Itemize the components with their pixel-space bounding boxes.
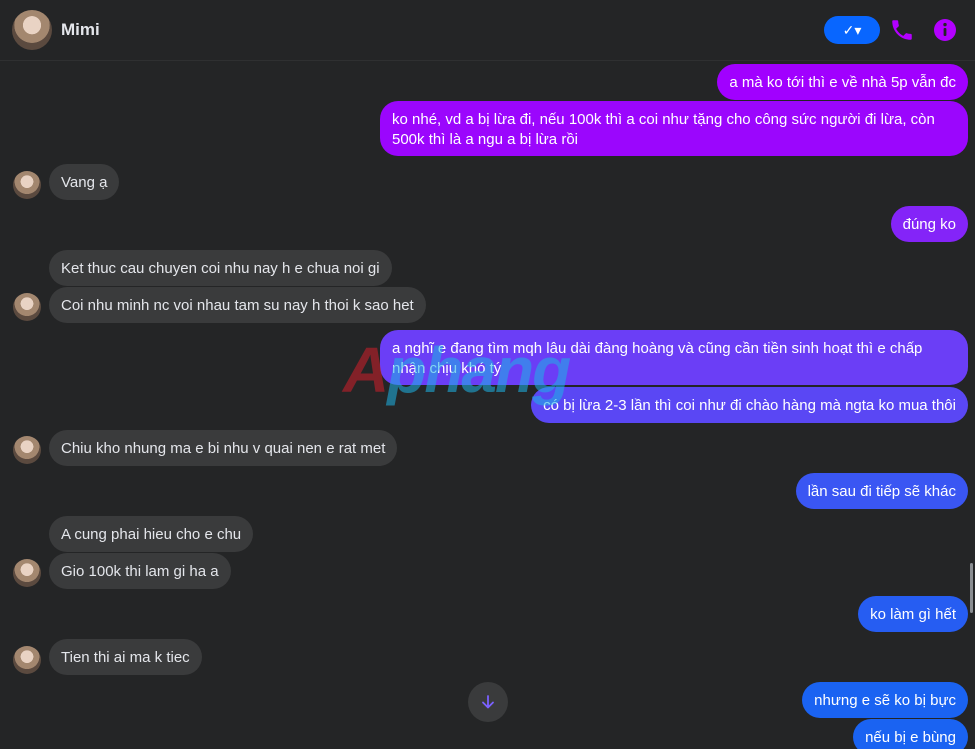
scrollbar-thumb[interactable] (970, 563, 973, 613)
outgoing-message[interactable]: ko làm gì hết (858, 596, 968, 632)
chat-header: Mimi ✓▾ (0, 0, 975, 61)
status-dropdown-button[interactable]: ✓▾ (824, 16, 880, 44)
info-icon[interactable] (933, 18, 957, 42)
phone-icon[interactable] (889, 17, 915, 43)
contact-avatar-small (13, 436, 41, 464)
incoming-message[interactable]: Coi nhu minh nc voi nhau tam su nay h th… (49, 287, 426, 323)
contact-avatar-small (13, 171, 41, 199)
contact-avatar-small (13, 559, 41, 587)
contact-avatar[interactable] (12, 10, 52, 50)
message-thread[interactable]: a mà ko tới thì e về nhà 5p vẫn đc ko nh… (0, 60, 975, 749)
incoming-message[interactable]: Chiu kho nhung ma e bi nhu v quai nen e … (49, 430, 398, 466)
incoming-message[interactable]: A cung phai hieu cho e chu (49, 516, 254, 552)
outgoing-message[interactable]: có bị lừa 2-3 lần thì coi như đi chào hà… (531, 387, 968, 423)
check-dropdown-icon: ✓▾ (842, 21, 862, 38)
outgoing-message[interactable]: đúng ko (890, 206, 968, 242)
outgoing-message[interactable]: a mà ko tới thì e về nhà 5p vẫn đc (717, 64, 968, 100)
outgoing-message[interactable]: nếu bị e bùng (853, 719, 968, 749)
outgoing-message[interactable]: nhưng e sẽ ko bị bực (802, 682, 968, 718)
incoming-message[interactable]: Ket thuc cau chuyen coi nhu nay h e chua… (49, 250, 392, 286)
outgoing-message[interactable]: a nghĩ e đang tìm mqh lâu dài đàng hoàng… (380, 330, 968, 385)
incoming-message[interactable]: Tien thi ai ma k tiec (49, 639, 202, 675)
incoming-message[interactable]: Gio 100k thi lam gi ha a (49, 553, 231, 589)
contact-avatar-small (13, 293, 41, 321)
contact-avatar-small (13, 646, 41, 674)
outgoing-message[interactable]: ko nhé, vd a bị lừa đi, nếu 100k thì a c… (380, 101, 968, 156)
contact-name[interactable]: Mimi (61, 20, 100, 40)
arrow-down-icon (482, 695, 494, 709)
outgoing-message[interactable]: lần sau đi tiếp sẽ khác (795, 473, 968, 509)
scroll-to-bottom-button[interactable] (468, 682, 508, 722)
incoming-message[interactable]: Vang ạ (49, 164, 120, 200)
